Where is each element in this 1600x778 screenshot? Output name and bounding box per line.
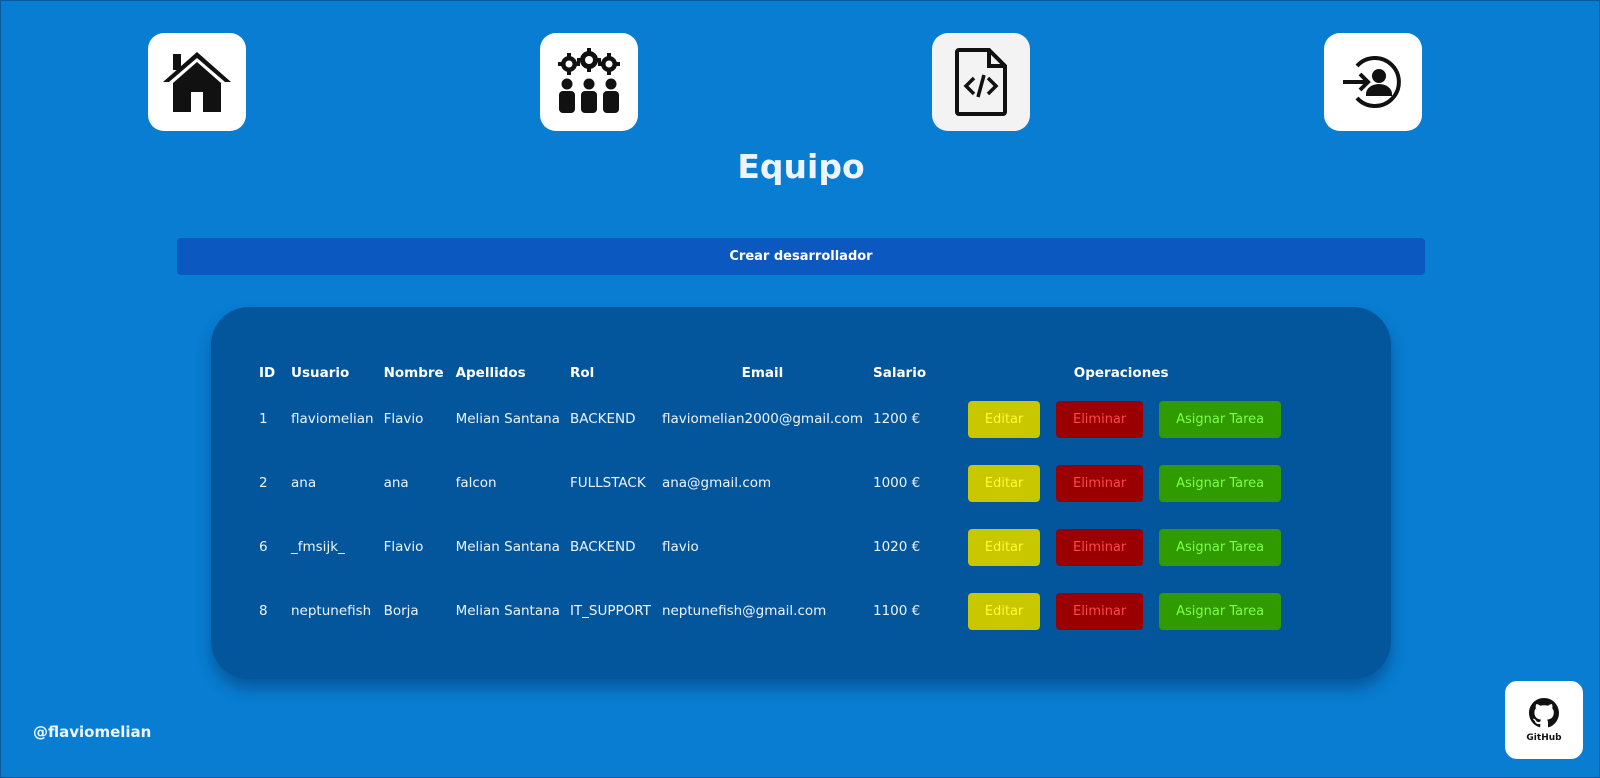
table-row: 1 flaviomelian Flavio Melian Santana BAC… [259, 387, 1306, 451]
cell-salario: 1200 € [872, 411, 921, 427]
cell-email: ana@gmail.com [661, 475, 772, 491]
edit-button[interactable]: Editar [968, 592, 1041, 630]
cell-id: 2 [259, 475, 268, 491]
cell-usuario: flaviomelian [291, 411, 374, 427]
delete-button[interactable]: Eliminar [1056, 400, 1144, 438]
cell-operaciones: Editar Eliminar Asignar Tarea [926, 387, 1306, 451]
delete-button[interactable]: Eliminar [1056, 528, 1144, 566]
header-salario: Salario [872, 365, 927, 381]
cell-email: neptunefish@gmail.com [661, 603, 827, 619]
cell-rol: FULLSTACK [569, 475, 646, 491]
cell-usuario: neptunefish [291, 603, 372, 619]
login-nav-button[interactable] [1324, 33, 1422, 131]
create-developer-button[interactable]: Crear desarrollador [177, 238, 1425, 275]
header-nombre: Nombre [383, 365, 444, 381]
table-row: 8 neptunefish Borja Melian Santana IT_SU… [259, 579, 1306, 643]
app-window: Equipo Crear desarrollador ID Usuario No… [0, 0, 1600, 778]
cell-apellidos: Melian Santana [455, 603, 560, 619]
cell-salario: 1020 € [872, 539, 921, 555]
house-icon [163, 52, 231, 112]
cell-email: flaviomelian2000@gmail.com [661, 411, 863, 427]
github-link[interactable]: GitHub [1505, 681, 1583, 759]
header-apellidos: Apellidos [455, 365, 526, 381]
author-handle: @flaviomelian [33, 723, 152, 741]
cell-nombre: Flavio [383, 411, 424, 427]
cell-operaciones: Editar Eliminar Asignar Tarea [926, 579, 1306, 643]
delete-button[interactable]: Eliminar [1056, 592, 1144, 630]
cell-nombre: Flavio [383, 539, 424, 555]
page-title: Equipo [737, 147, 865, 186]
cell-operaciones: Editar Eliminar Asignar Tarea [926, 515, 1306, 579]
header-operaciones: Operaciones [1073, 365, 1169, 381]
cell-nombre: ana [383, 475, 409, 491]
assign-task-button[interactable]: Asignar Tarea [1159, 528, 1282, 566]
github-label: GitHub [1526, 733, 1562, 743]
cell-id: 6 [259, 539, 268, 555]
table-row: 6 _fmsijk_ Flavio Melian Santana BACKEND… [259, 515, 1306, 579]
github-icon [1529, 698, 1559, 728]
cell-id: 8 [259, 603, 268, 619]
edit-button[interactable]: Editar [968, 528, 1041, 566]
header-usuario: Usuario [291, 365, 350, 381]
cell-salario: 1100 € [872, 603, 921, 619]
cell-apellidos: Melian Santana [455, 539, 560, 555]
code-file-nav-button[interactable] [932, 33, 1030, 131]
cell-rol: BACKEND [569, 539, 636, 555]
cell-rol: BACKEND [569, 411, 636, 427]
assign-task-button[interactable]: Asignar Tarea [1159, 592, 1282, 630]
cell-email: flavio [661, 539, 699, 555]
cell-operaciones: Editar Eliminar Asignar Tarea [926, 451, 1306, 515]
delete-button[interactable]: Eliminar [1056, 464, 1144, 502]
cell-usuario: ana [291, 475, 317, 491]
user-login-icon [1343, 56, 1401, 108]
code-file-icon [955, 48, 1007, 116]
header-rol: Rol [569, 365, 595, 381]
header-email: Email [741, 365, 784, 381]
cell-nombre: Borja [383, 603, 419, 619]
header-id: ID [259, 365, 276, 381]
cell-salario: 1000 € [872, 475, 921, 491]
assign-task-button[interactable]: Asignar Tarea [1159, 464, 1282, 502]
edit-button[interactable]: Editar [968, 464, 1041, 502]
team-nav-button[interactable] [540, 33, 638, 131]
assign-task-button[interactable]: Asignar Tarea [1159, 400, 1282, 438]
cell-rol: IT_SUPPORT [569, 603, 651, 619]
home-nav-button[interactable] [148, 33, 246, 131]
table-row: 2 ana ana falcon FULLSTACK ana@gmail.com… [259, 451, 1306, 515]
edit-button[interactable]: Editar [968, 400, 1041, 438]
cell-apellidos: Melian Santana [455, 411, 560, 427]
team-table: ID Usuario Nombre Apellidos Rol Email Sa… [259, 359, 1306, 643]
table-header-row: ID Usuario Nombre Apellidos Rol Email Sa… [259, 359, 1306, 387]
cell-usuario: _fmsijk_ [291, 539, 345, 555]
team-gears-icon [558, 48, 620, 113]
cell-apellidos: falcon [455, 475, 497, 491]
team-table-card: ID Usuario Nombre Apellidos Rol Email Sa… [211, 307, 1391, 679]
cell-id: 1 [259, 411, 268, 427]
